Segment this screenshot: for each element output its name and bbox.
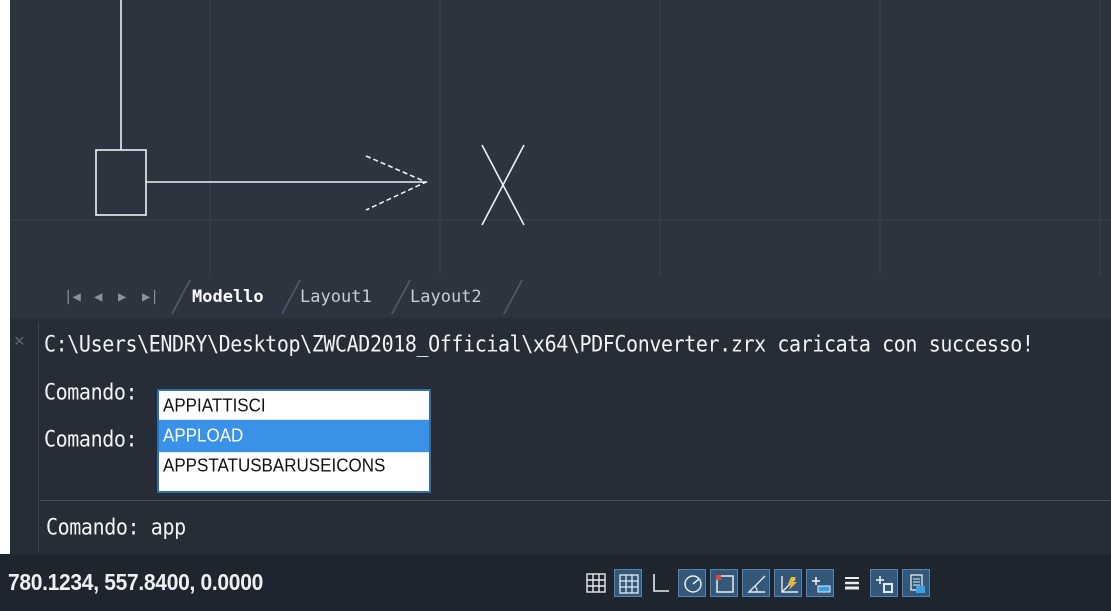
tab-layout1[interactable]: Layout1 [294,284,378,310]
dynamic-ucs-toggle[interactable] [774,569,802,597]
object-snap-toggle[interactable] [710,569,738,597]
object-snap-icon [716,575,734,593]
isometric-drafting-icon [747,575,766,593]
transparency-toggle[interactable] [870,569,898,597]
snap-mode-icon [619,574,639,594]
arrow-head[interactable] [365,155,428,211]
selection-cycling-toggle[interactable] [902,569,930,597]
autocomplete-item-appload[interactable]: APPLOAD [159,419,429,453]
dynamic-input-toggle[interactable] [806,569,834,597]
transparency-icon [876,576,893,593]
polar-tracking-icon [684,575,702,593]
tab-modello[interactable]: Modello [186,284,270,310]
drawing-geometry [10,0,1111,276]
autocomplete-item-appstatusbaruseicons[interactable]: APPSTATUSBARUSEICONS [159,450,429,482]
command-prompt: Comando: [46,513,140,540]
next-tab-icon[interactable]: ▶ [118,287,126,307]
polar-tracking-toggle[interactable] [678,569,706,597]
autocomplete-item-appiattisci[interactable]: APPIATTISCI [159,390,429,422]
command-autocomplete-list[interactable]: APPIATTISCI APPLOAD APPSTATUSBARUSEICONS [157,389,431,493]
first-tab-icon[interactable]: |◀ [64,287,81,307]
dynamic-input-icon [812,577,831,593]
ortho-mode-icon [653,574,669,592]
lineweight-toggle[interactable] [838,569,866,597]
snap-mode-toggle[interactable] [614,569,642,597]
command-history-prompt: Comando: [44,425,138,452]
layout-tab-bar [10,276,1111,318]
grid-display-icon [586,573,606,593]
cursor-coordinates[interactable]: 780.1234, 557.8400, 0.0000 [8,570,263,597]
close-icon[interactable]: ✕ [14,330,25,351]
lineweight-icon [845,577,859,590]
command-input[interactable]: Comando: app [46,513,186,540]
panel-grip[interactable] [38,322,39,552]
command-history-prompt: Comando: [44,378,138,405]
tab-layout2[interactable]: Layout2 [404,284,488,310]
prev-tab-icon[interactable]: ◀ [94,287,102,307]
command-input-value: app [150,513,186,540]
last-tab-icon[interactable]: ▶| [142,287,159,307]
grid-display-toggle[interactable] [582,569,610,597]
drawing-canvas[interactable] [10,0,1111,276]
isometric-drafting-toggle[interactable] [742,569,770,597]
selection-cycling-icon [910,574,925,593]
square-entity[interactable] [95,149,147,216]
ortho-mode-toggle[interactable] [646,569,674,597]
command-input-row[interactable]: Comando: app [40,500,1111,553]
dynamic-ucs-icon [781,576,798,593]
command-history-line: C:\Users\ENDRY\Desktop\ZWCAD2018_Officia… [44,330,1034,357]
